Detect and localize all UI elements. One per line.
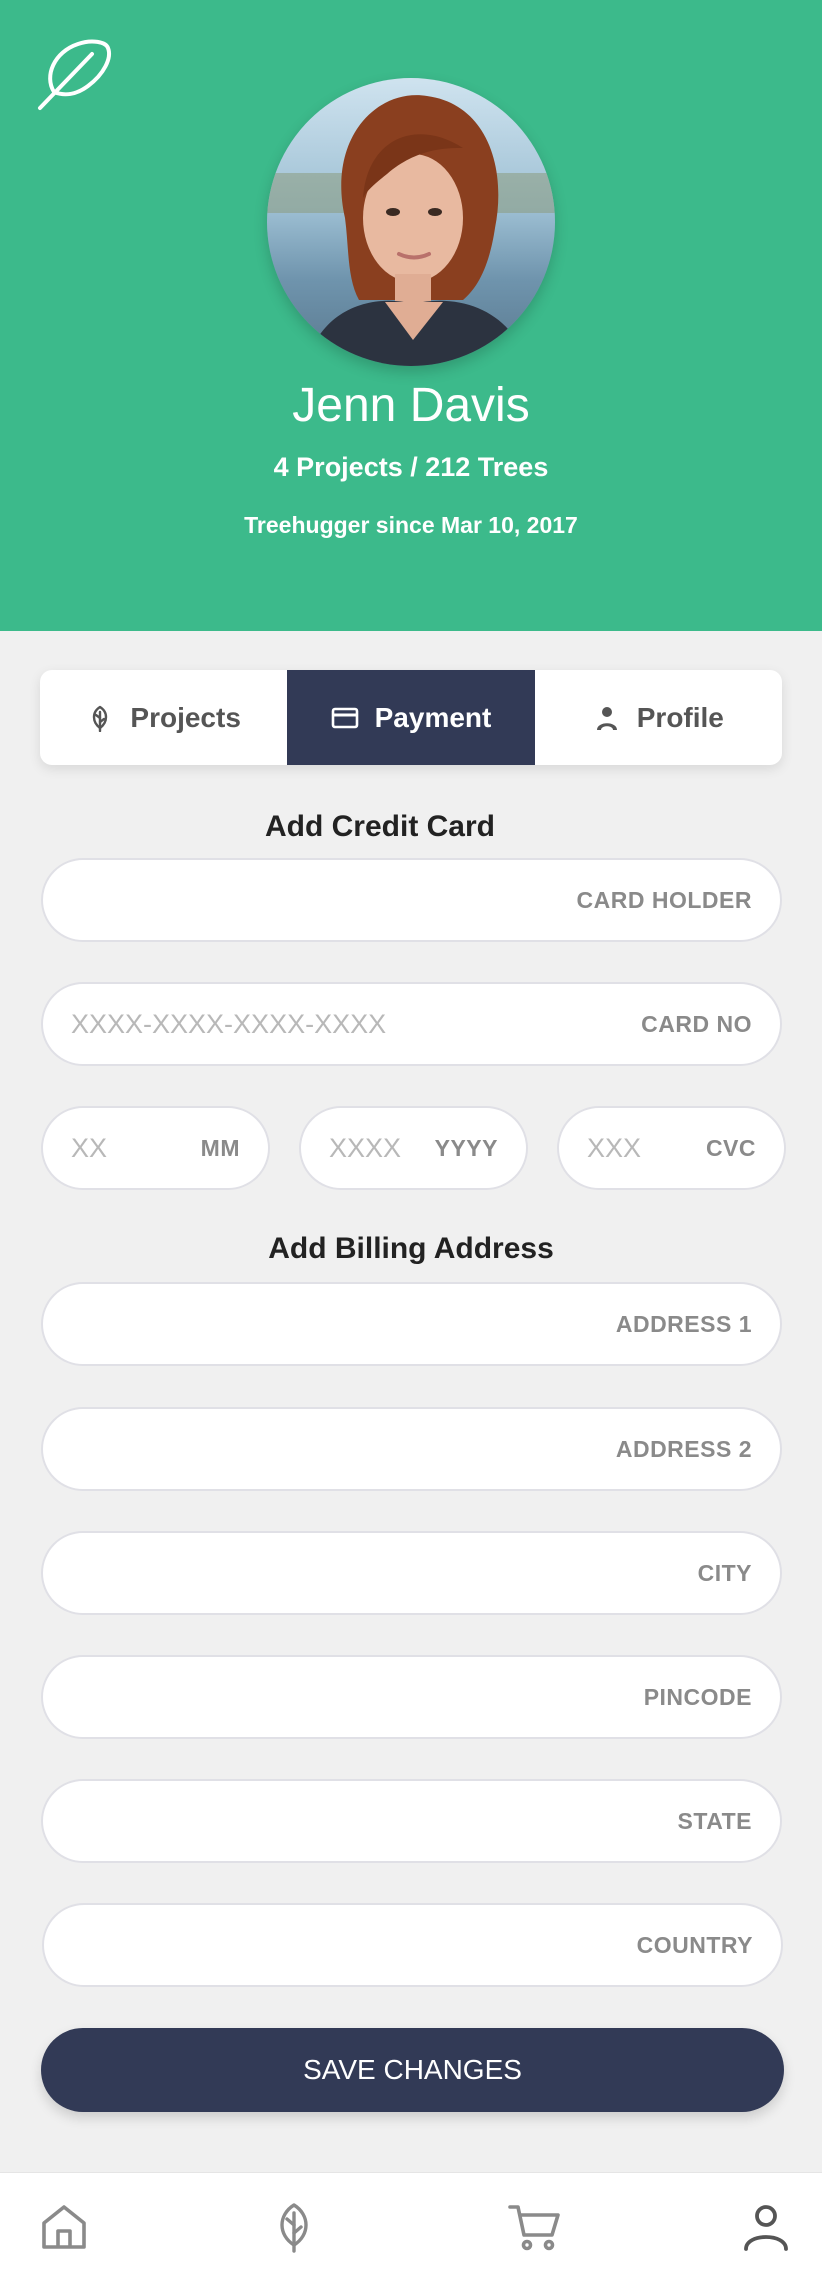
credit-card-title: Add Credit Card: [264, 810, 495, 843]
save-changes-button[interactable]: SAVE CHANGES: [41, 2028, 784, 2112]
tab-bar: Projects Payment Profile: [40, 670, 782, 765]
user-stats: 4 Projects / 212 Trees: [273, 452, 549, 482]
person-icon: [596, 706, 617, 730]
tab-label: Payment: [374, 701, 492, 733]
nav-projects[interactable]: [268, 2201, 320, 2253]
month-label: MM: [200, 1134, 240, 1161]
pincode-label: PINCODE: [643, 1683, 752, 1710]
card-number-field[interactable]: XXXX-XXXX-XXXX-XXXX CARD NO: [41, 982, 782, 1066]
card-number-label: CARD NO: [641, 1010, 752, 1037]
address1-label: ADDRESS 1: [615, 1310, 752, 1337]
card-holder-label: CARD HOLDER: [576, 886, 752, 913]
address2-field[interactable]: ADDRESS 2: [41, 1407, 782, 1491]
year-placeholder: XXXX: [329, 1132, 402, 1163]
tab-label: Profile: [636, 701, 724, 733]
state-field[interactable]: STATE: [41, 1779, 782, 1863]
cvc-placeholder: XXX: [587, 1132, 642, 1163]
bottom-nav: [0, 2172, 822, 2280]
tab-label: Projects: [130, 701, 241, 733]
credit-card-icon: [331, 707, 358, 728]
feather-logo-icon[interactable]: [34, 36, 114, 112]
cvc-label: CVC: [705, 1134, 756, 1161]
nav-profile[interactable]: [740, 2201, 792, 2253]
user-name: Jenn Davis: [292, 379, 530, 432]
nav-home[interactable]: [38, 2201, 90, 2253]
leaf-icon: [93, 705, 108, 732]
card-number-placeholder: XXXX-XXXX-XXXX-XXXX: [71, 1008, 387, 1039]
tab-payment[interactable]: Payment: [287, 670, 535, 765]
country-label: COUNTRY: [636, 1931, 753, 1958]
avatar: [267, 78, 555, 366]
nav-cart[interactable]: [508, 2201, 560, 2253]
profile-header: Jenn Davis 4 Projects / 212 Trees Treehu…: [0, 0, 822, 631]
tab-projects[interactable]: Projects: [40, 670, 287, 765]
cvc-field[interactable]: XXX CVC: [557, 1106, 786, 1190]
expiry-year-field[interactable]: XXXX YYYY: [299, 1106, 528, 1190]
year-label: YYYY: [434, 1134, 498, 1161]
state-label: STATE: [677, 1807, 752, 1834]
month-placeholder: XX: [71, 1132, 108, 1163]
cart-icon: [508, 2205, 560, 2251]
card-holder-field[interactable]: CARD HOLDER: [41, 858, 782, 942]
pincode-field[interactable]: PINCODE: [41, 1655, 782, 1739]
city-label: CITY: [697, 1559, 752, 1586]
country-field[interactable]: COUNTRY: [42, 1903, 783, 1987]
home-icon: [42, 2205, 86, 2249]
member-since: Treehugger since Mar 10, 2017: [244, 512, 578, 538]
city-field[interactable]: CITY: [41, 1531, 782, 1615]
user-icon: [744, 2205, 788, 2251]
leaf-icon: [280, 2203, 308, 2253]
tab-profile[interactable]: Profile: [535, 670, 782, 765]
expiry-month-field[interactable]: XX MM: [41, 1106, 270, 1190]
address2-label: ADDRESS 2: [615, 1435, 752, 1462]
billing-address-title: Add Billing Address: [268, 1232, 554, 1265]
address1-field[interactable]: ADDRESS 1: [41, 1282, 782, 1366]
